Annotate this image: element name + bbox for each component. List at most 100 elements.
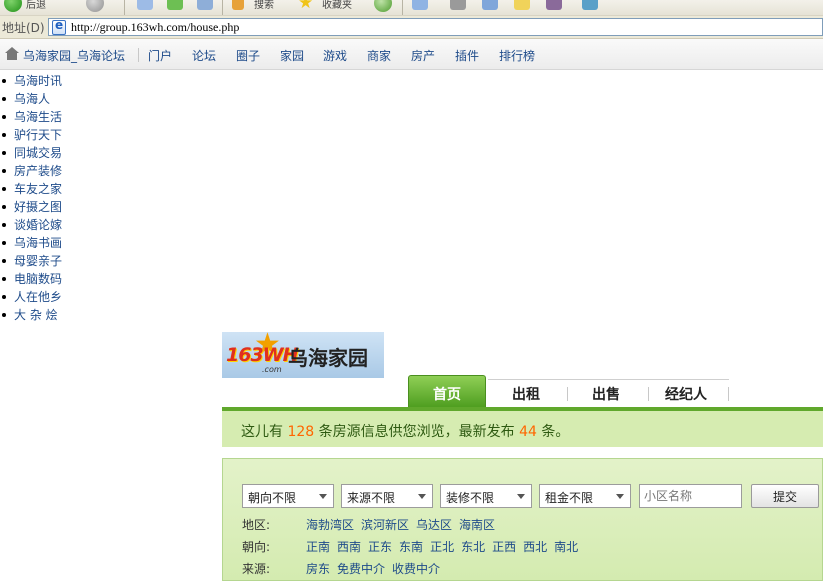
filter-option[interactable]: 免费中介 [337, 562, 385, 576]
nav-link-plugins[interactable]: 插件 [455, 47, 479, 64]
nav-link-portal[interactable]: 门户 [148, 47, 172, 64]
chevron-down-icon [319, 494, 327, 499]
house-tabs: 首页 出租 出售 经纪人 [408, 375, 823, 407]
forum-list: 乌海时讯 乌海人 乌海生活 驴行天下 同城交易 房产装修 车友之家 好摄之图 谈… [0, 72, 62, 324]
filter-option[interactable]: 滨河新区 [361, 518, 409, 532]
forum-link[interactable]: 车友之家 [14, 182, 62, 196]
filter-option[interactable]: 正南 [306, 540, 330, 554]
list-item: 车友之家 [0, 180, 62, 198]
address-label: 地址(D) [2, 21, 45, 35]
nav-link-forum[interactable]: 论坛 [192, 47, 216, 64]
latest-count: 44 [519, 424, 537, 440]
source-select[interactable]: 来源不限 [341, 484, 433, 508]
notice-text: 这儿有 128 条房源信息供您浏览，最新发布 44 条。 [241, 421, 569, 441]
filter-option[interactable]: 房东 [306, 562, 330, 576]
search-panel: 朝向不限 来源不限 装修不限 租金不限 提交 地区: 海勃湾区滨河新区乌达区海南… [222, 458, 823, 581]
filter-option[interactable]: 海南区 [459, 518, 495, 532]
logo-sub: .com [262, 365, 282, 374]
filter-option[interactable]: 正东 [368, 540, 392, 554]
list-item: 乌海生活 [0, 108, 62, 126]
decoration-select[interactable]: 装修不限 [440, 484, 532, 508]
filter-option[interactable]: 乌达区 [416, 518, 452, 532]
messenger-icon[interactable] [582, 0, 598, 10]
tab-separator [648, 387, 649, 401]
stop-icon[interactable] [137, 0, 153, 10]
tab-rent[interactable]: 出租 [512, 384, 540, 404]
forum-link[interactable]: 谈婚论嫁 [14, 218, 62, 232]
submit-button[interactable]: 提交 [751, 484, 819, 508]
mail-icon[interactable] [412, 0, 428, 10]
filter-option[interactable]: 西北 [523, 540, 547, 554]
home-page-icon[interactable] [197, 0, 213, 10]
forum-link[interactable]: 好摄之图 [14, 200, 62, 214]
forum-link[interactable]: 房产装修 [14, 164, 62, 178]
filter-option[interactable]: 东南 [399, 540, 423, 554]
favorites-icon[interactable]: ★ [298, 0, 313, 13]
nav-home-link[interactable]: 乌海家园_乌海论坛 [23, 47, 125, 64]
research-icon[interactable] [546, 0, 562, 10]
print-icon[interactable] [450, 0, 466, 10]
tab-separator [728, 387, 729, 401]
nav-link-shops[interactable]: 商家 [367, 47, 391, 64]
rent-select[interactable]: 租金不限 [539, 484, 631, 508]
home-icon [5, 47, 19, 60]
history-icon[interactable] [374, 0, 392, 12]
list-item: 乌海时讯 [0, 72, 62, 90]
select-value: 租金不限 [545, 491, 594, 505]
filter-option[interactable]: 海勃湾区 [306, 518, 354, 532]
back-button-label[interactable]: 后退 [26, 0, 46, 11]
nav-divider [138, 48, 139, 62]
estate-name-input[interactable] [639, 484, 742, 508]
forum-link[interactable]: 大 杂 烩 [14, 308, 58, 322]
nav-link-circle[interactable]: 圈子 [236, 47, 260, 64]
toolbar-separator [124, 0, 125, 15]
toolbar-separator [402, 0, 403, 15]
filter-options: 正南 西南 正东 东南 正北 东北 正西 西北 南北 [306, 538, 585, 555]
tab-home[interactable]: 首页 [408, 375, 486, 407]
select-value: 朝向不限 [248, 491, 297, 505]
filter-option[interactable]: 正西 [492, 540, 516, 554]
back-icon[interactable] [4, 0, 22, 12]
search-icon[interactable] [232, 0, 244, 10]
forum-link[interactable]: 乌海生活 [14, 110, 62, 124]
chevron-down-icon [517, 494, 525, 499]
forum-link[interactable]: 乌海书画 [14, 236, 62, 250]
forum-link[interactable]: 人在他乡 [14, 290, 62, 304]
list-item: 好摄之图 [0, 198, 62, 216]
filter-option[interactable]: 收费中介 [392, 562, 440, 576]
search-button-label[interactable]: 搜索 [254, 0, 274, 11]
address-bar: 地址(D) http://group.163wh.com/house.php [0, 16, 823, 39]
address-input[interactable]: http://group.163wh.com/house.php [48, 18, 823, 36]
refresh-icon[interactable] [167, 0, 183, 10]
list-item: 驴行天下 [0, 126, 62, 144]
favorites-button-label[interactable]: 收藏夹 [322, 0, 352, 11]
tab-agents[interactable]: 经纪人 [665, 384, 707, 404]
discuss-icon[interactable] [514, 0, 530, 10]
total-count: 128 [287, 424, 315, 440]
forum-link[interactable]: 电脑数码 [14, 272, 62, 286]
nav-link-games[interactable]: 游戏 [323, 47, 347, 64]
filter-option[interactable]: 正北 [430, 540, 454, 554]
notice-bar: 这儿有 128 条房源信息供您浏览，最新发布 44 条。 [222, 407, 823, 447]
address-url[interactable]: http://group.163wh.com/house.php [71, 20, 239, 35]
list-item: 大 杂 烩 [0, 306, 62, 324]
forum-link[interactable]: 母婴亲子 [14, 254, 62, 268]
list-item: 谈婚论嫁 [0, 216, 62, 234]
forum-link[interactable]: 同城交易 [14, 146, 62, 160]
forum-link[interactable]: 乌海人 [14, 92, 50, 106]
edit-icon[interactable] [482, 0, 498, 10]
site-logo[interactable]: ★ 163WH .com 乌海家园 [222, 332, 384, 378]
forum-link[interactable]: 乌海时讯 [14, 74, 62, 88]
forum-link[interactable]: 驴行天下 [14, 128, 62, 142]
filter-option[interactable]: 西南 [337, 540, 361, 554]
nav-link-space[interactable]: 家园 [280, 47, 304, 64]
toolbar-separator [222, 0, 223, 15]
tab-sale[interactable]: 出售 [592, 384, 620, 404]
forward-icon[interactable] [86, 0, 104, 12]
filter-option[interactable]: 东北 [461, 540, 485, 554]
nav-link-ranking[interactable]: 排行榜 [499, 47, 535, 64]
list-item: 人在他乡 [0, 288, 62, 306]
nav-link-house[interactable]: 房产 [411, 47, 435, 64]
filter-option[interactable]: 南北 [554, 540, 578, 554]
orientation-select[interactable]: 朝向不限 [242, 484, 334, 508]
